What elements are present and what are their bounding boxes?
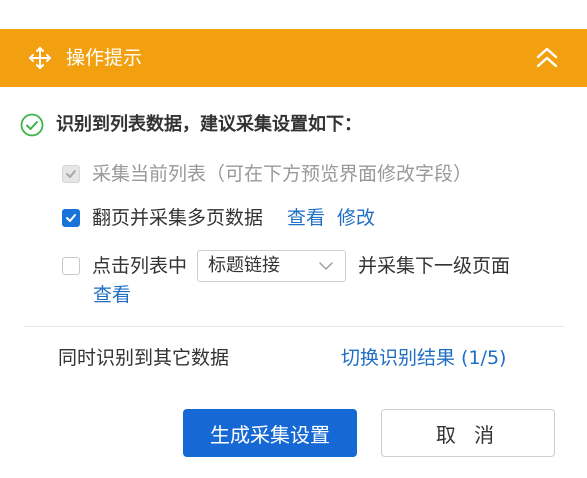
check-circle-icon: [20, 113, 44, 137]
option-click-list: 点击列表中 标题链接 并采集下一级页面: [62, 250, 510, 282]
recognition-summary: 识别到列表数据，建议采集设置如下：: [20, 112, 362, 138]
switch-result-link[interactable]: 切换识别结果 (1/5): [341, 345, 506, 371]
paginate-checkbox[interactable]: [62, 209, 80, 227]
click-list-checkbox[interactable]: [62, 257, 80, 275]
checkmark-icon: [66, 214, 76, 222]
paginate-view-link[interactable]: 查看: [287, 205, 325, 231]
click-list-label-prefix: 点击列表中: [92, 255, 188, 277]
operation-tip-panel: 操作提示 识别到列表数据，建议采集设置如下： 采集当前列表（可在下方预览界面修改…: [0, 0, 587, 478]
generate-settings-button[interactable]: 生成采集设置: [183, 409, 357, 457]
option-collect-current: 采集当前列表（可在下方预览界面修改字段）: [62, 161, 472, 187]
click-list-view-link[interactable]: 查看: [93, 282, 131, 308]
option-paginate: 翻页并采集多页数据 查看 修改: [62, 205, 375, 231]
paginate-edit-link[interactable]: 修改: [337, 205, 375, 231]
move-icon[interactable]: [28, 46, 52, 70]
click-list-label-suffix: 并采集下一级页面: [358, 255, 511, 277]
other-data-label: 同时识别到其它数据: [58, 347, 230, 369]
collect-current-checkbox[interactable]: [62, 165, 80, 183]
collect-current-label: 采集当前列表（可在下方预览界面修改字段）: [92, 163, 473, 185]
cancel-button[interactable]: 取 消: [381, 409, 555, 457]
chevron-double-up-icon[interactable]: [534, 45, 560, 71]
summary-text: 识别到列表数据，建议采集设置如下：: [56, 114, 362, 135]
chevron-down-icon: [319, 262, 333, 270]
link-type-select[interactable]: 标题链接: [197, 250, 347, 282]
paginate-label: 翻页并采集多页数据: [92, 207, 264, 229]
panel-title: 操作提示: [66, 47, 143, 69]
divider: [24, 326, 564, 327]
checkmark-icon: [66, 170, 76, 178]
link-type-select-value: 标题链接: [208, 255, 281, 276]
panel-header: 操作提示: [0, 29, 587, 87]
